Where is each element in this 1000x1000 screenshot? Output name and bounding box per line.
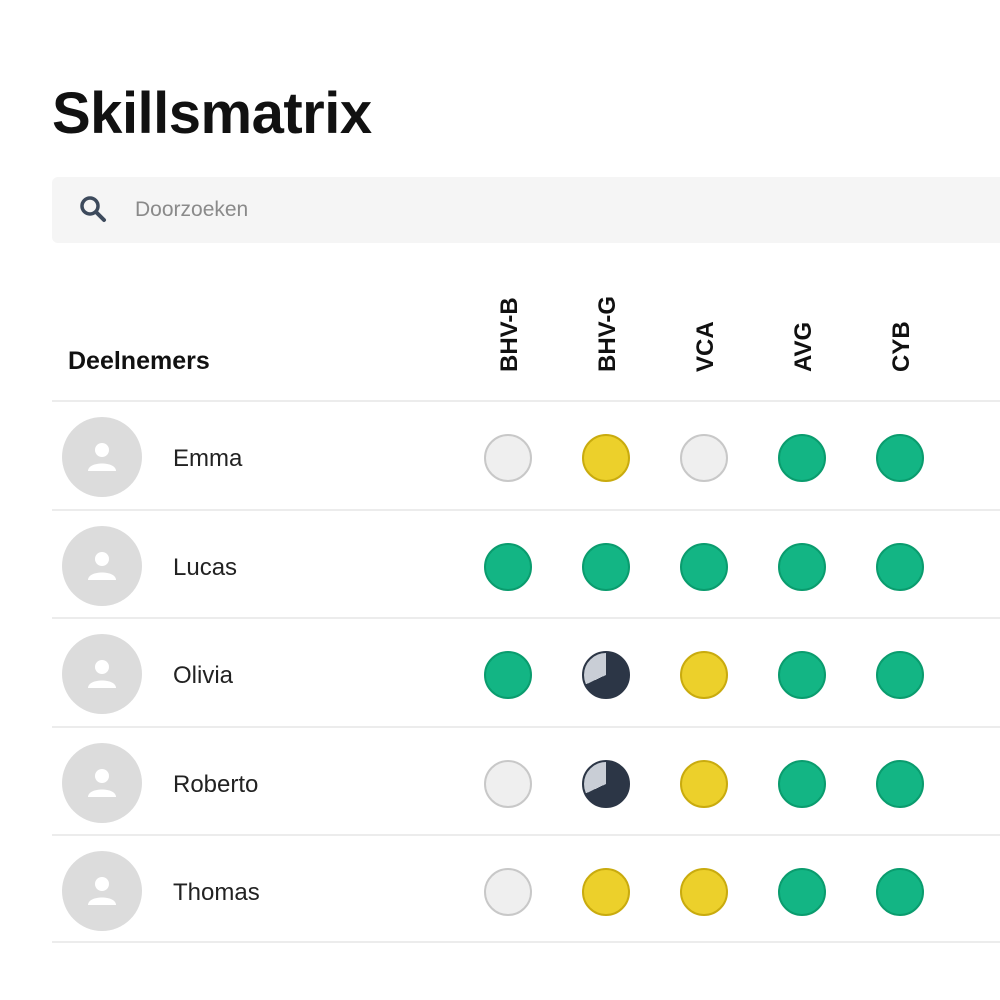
table-row[interactable]: Emma xyxy=(52,400,1000,509)
skill-status-bhv-b-green[interactable] xyxy=(484,542,532,591)
skill-status-avg-green[interactable] xyxy=(778,434,826,482)
skill-status-avg-green[interactable] xyxy=(778,542,826,591)
skill-status-vca-yellow[interactable] xyxy=(680,868,728,917)
participant-name: Lucas xyxy=(173,553,238,581)
skill-status-vca-yellow[interactable] xyxy=(680,759,728,808)
skill-status-cyb-green[interactable] xyxy=(876,434,924,482)
skill-status-bhv-b-gray[interactable] xyxy=(484,759,532,808)
skill-status-bhv-g-yellow[interactable] xyxy=(582,868,630,917)
skill-status-bhv-b-gray[interactable] xyxy=(484,434,532,482)
skill-status-cyb-green[interactable] xyxy=(876,651,924,700)
search-input[interactable] xyxy=(135,195,735,225)
participant-name: Thomas xyxy=(173,879,260,907)
participants-column-header: Deelnemers xyxy=(68,347,210,375)
avatar-icon xyxy=(62,851,142,932)
table-row[interactable]: Thomas xyxy=(52,834,1000,943)
skill-status-bhv-g-pie[interactable] xyxy=(582,759,630,808)
avatar-icon xyxy=(62,417,142,497)
skill-status-cyb-green[interactable] xyxy=(876,868,924,917)
avatar-icon xyxy=(62,525,142,606)
skill-status-vca-gray[interactable] xyxy=(680,434,728,482)
skill-status-vca-green[interactable] xyxy=(680,542,728,591)
skill-status-bhv-g-yellow[interactable] xyxy=(582,434,630,482)
avatar-icon xyxy=(62,742,142,823)
participant-name: Emma xyxy=(173,445,243,472)
skill-status-bhv-g-pie[interactable] xyxy=(582,651,630,700)
participants-table: Emma Lucas Olivia Roberto Thomas xyxy=(52,400,1000,943)
skill-status-bhv-b-gray[interactable] xyxy=(484,868,532,917)
skill-status-cyb-green[interactable] xyxy=(876,542,924,591)
search-icon[interactable] xyxy=(78,194,108,224)
skill-status-avg-green[interactable] xyxy=(778,759,826,808)
avatar-icon xyxy=(62,634,142,715)
skill-status-cyb-green[interactable] xyxy=(876,759,924,808)
table-row[interactable]: Lucas xyxy=(52,508,1000,618)
skill-status-avg-green[interactable] xyxy=(778,868,826,917)
skill-status-bhv-b-green[interactable] xyxy=(484,651,532,700)
participant-name: Olivia xyxy=(173,662,234,690)
skill-status-bhv-g-green[interactable] xyxy=(582,542,630,591)
page-title: Skillsmatrix xyxy=(52,81,372,146)
skill-status-vca-yellow[interactable] xyxy=(680,651,728,700)
participant-name: Roberto xyxy=(173,770,259,798)
skill-status-avg-green[interactable] xyxy=(778,651,826,700)
table-row[interactable]: Olivia xyxy=(52,617,1000,726)
table-row[interactable]: Roberto xyxy=(52,725,1000,835)
